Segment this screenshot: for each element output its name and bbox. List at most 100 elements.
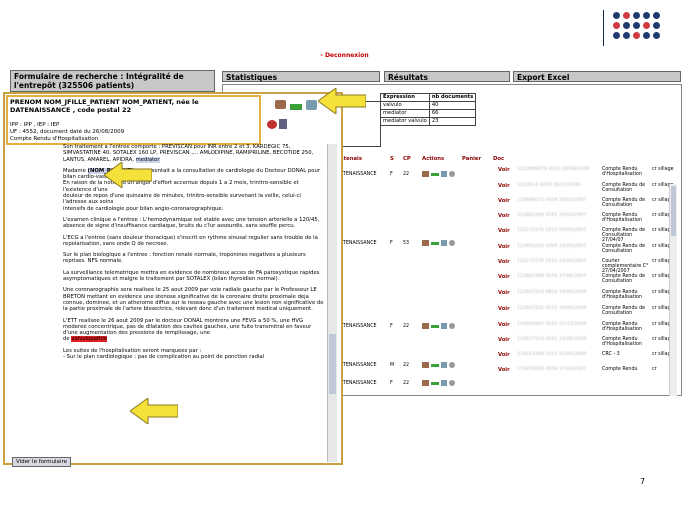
birthdate-cell: ATENAISSANCE bbox=[340, 381, 377, 386]
export-icon[interactable] bbox=[290, 104, 302, 110]
col-natenais: atenais bbox=[340, 156, 363, 162]
view-link[interactable]: Voir bbox=[498, 213, 510, 219]
col-s: S bbox=[390, 156, 394, 162]
table-row: Voir 122172170 1012 24/05/2007 Courier com… bbox=[340, 259, 689, 274]
view-link[interactable]: Voir bbox=[498, 306, 510, 312]
view-link[interactable]: Voir bbox=[498, 367, 510, 373]
edit-icon[interactable] bbox=[279, 119, 287, 129]
doc-type-line: Compte Rendu d'Hospitalisation bbox=[10, 136, 99, 142]
header-divider bbox=[603, 10, 604, 46]
basket-icon[interactable] bbox=[441, 362, 447, 368]
document-type: Compte Rendu de Consultation bbox=[602, 274, 646, 284]
basket-icon[interactable] bbox=[441, 240, 447, 246]
col-panier: Panier bbox=[462, 156, 482, 162]
count-cell: 23 bbox=[428, 117, 477, 126]
print-icon[interactable] bbox=[422, 240, 429, 246]
document-text: Son traitement a l'entree comporte : PRE… bbox=[63, 144, 325, 458]
table-row: Voir 172659858 4559 27/08/2007 Compte Rend… bbox=[340, 367, 689, 382]
doc-paragraph: L'ECG a l'entree (sans douleur thoraciqu… bbox=[63, 234, 318, 247]
birthdate-cell: ATENAISSANCE bbox=[340, 324, 377, 329]
col-actions: Actions bbox=[422, 156, 445, 162]
document-type: Compte Rendu bbox=[602, 367, 638, 372]
document-type: Compte Rendu d'Hospitalisation bbox=[602, 322, 642, 332]
print-icon[interactable] bbox=[422, 323, 429, 329]
view-link[interactable]: Voir bbox=[498, 274, 510, 280]
sex-cell: F bbox=[390, 381, 393, 386]
document-type: Compte Rendu d'Hospitalisation bbox=[602, 337, 642, 347]
print-icon[interactable] bbox=[275, 100, 286, 109]
view-link[interactable]: Voir bbox=[498, 352, 510, 358]
document-id: 1223998870 4553 26/08/2009 bbox=[517, 167, 590, 172]
view-link[interactable]: Voir bbox=[498, 198, 510, 204]
clear-form-button[interactable]: Vider le formulaire bbox=[12, 457, 71, 467]
expression-cell: mediator valvulo bbox=[380, 117, 430, 126]
info-icon[interactable] bbox=[449, 362, 455, 368]
sex-cell: F bbox=[390, 172, 393, 177]
basket-icon[interactable] bbox=[441, 323, 447, 329]
stats-header-row: Expression nb documents bbox=[380, 93, 477, 102]
doc-text: intensifs de cardiologie pour bilan angi… bbox=[63, 205, 224, 212]
view-link[interactable]: Voir bbox=[498, 259, 510, 265]
basket-icon[interactable] bbox=[441, 380, 447, 386]
view-link[interactable]: Voir bbox=[498, 167, 510, 173]
birthdate-cell: ATENAISSANCE bbox=[340, 363, 377, 368]
tab-statistics[interactable]: Statistiques bbox=[222, 71, 380, 82]
export-icon[interactable] bbox=[431, 382, 439, 385]
view-link[interactable]: Voir bbox=[498, 244, 510, 250]
popup-scroll-thumb[interactable] bbox=[329, 334, 336, 394]
basket-icon[interactable] bbox=[441, 171, 447, 177]
col-expression: Expression bbox=[380, 93, 430, 102]
document-type: Compte Rendu de Consultation bbox=[602, 306, 646, 316]
document-id: 122927933 4542 22/06/2009 bbox=[517, 337, 587, 342]
logo bbox=[613, 12, 673, 48]
export-icon[interactable] bbox=[431, 242, 439, 245]
arrow-icon bbox=[104, 162, 152, 188]
view-link[interactable]: Voir bbox=[498, 322, 510, 328]
document-id: 122696675 4559 26/03/2007 bbox=[517, 198, 587, 203]
table-row: Voir 122927933 4814 14/09/2009 Compte Rend… bbox=[340, 290, 689, 305]
print-icon[interactable] bbox=[422, 171, 429, 177]
document-type: Courier complementaire C° 27/04/2007 bbox=[602, 259, 649, 274]
patient-line: PRENOM NOM_JFILLE_PATIENT NOM_PATIENT, n… bbox=[10, 98, 199, 114]
arrow-icon bbox=[318, 88, 366, 114]
stats-row: mediator 66 bbox=[380, 109, 477, 118]
export-icon[interactable] bbox=[431, 325, 439, 328]
delete-icon[interactable] bbox=[267, 120, 277, 129]
table-row: Voir 122802288 4541 20/04/2007 Compte Rend… bbox=[340, 213, 689, 228]
view-link[interactable]: Voir bbox=[498, 228, 510, 234]
document-id: 134994943 4542 07/12/2009 bbox=[517, 322, 587, 327]
view-link[interactable]: Voir bbox=[498, 290, 510, 296]
info-icon[interactable] bbox=[449, 240, 455, 246]
basket-icon[interactable] bbox=[306, 100, 317, 110]
document-id: 122893220 4409 24/05/2007 bbox=[517, 244, 587, 249]
info-icon[interactable] bbox=[449, 380, 455, 386]
info-icon[interactable] bbox=[449, 171, 455, 177]
expression-cell: valvulo bbox=[380, 101, 430, 110]
tab-results[interactable]: Résultats bbox=[384, 71, 510, 82]
document-id: 122802288 4541 20/04/2007 bbox=[517, 213, 587, 218]
export-icon[interactable] bbox=[431, 364, 439, 367]
birthdate-cell: ATENAISSANCE bbox=[340, 241, 377, 246]
results-scroll-thumb[interactable] bbox=[671, 186, 676, 236]
popup-scrollbar[interactable] bbox=[327, 144, 337, 462]
document-id: 122172170 1012 09/05/2007 bbox=[517, 228, 587, 233]
postcode-cell: 22 bbox=[403, 381, 410, 386]
doc-paragraph: Les suites de l'hospitalisation seront m… bbox=[63, 348, 325, 361]
view-link[interactable]: Voir bbox=[498, 337, 510, 343]
info-icon[interactable] bbox=[449, 323, 455, 329]
logout-link[interactable]: - Deconnexion bbox=[0, 52, 689, 59]
view-link[interactable]: Voir bbox=[498, 183, 510, 189]
print-icon[interactable] bbox=[422, 380, 429, 386]
table-row: Voir 122696675 4559 26/03/2007 Compte Rend… bbox=[340, 198, 689, 213]
document-source: cr sillage bbox=[652, 167, 674, 172]
print-icon[interactable] bbox=[422, 362, 429, 368]
doc-paragraph: Sur le plan biologique a l'entree : fonc… bbox=[63, 252, 306, 265]
table-row: Voir 1210814 4409 20/11/2006 Compte Rendu … bbox=[340, 183, 689, 198]
results-scrollbar[interactable] bbox=[669, 184, 677, 396]
tab-export-excel[interactable]: Export Excel bbox=[513, 71, 681, 82]
document-type: Compte Rendu de Consultation bbox=[602, 183, 646, 193]
postcode-cell: 22 bbox=[403, 363, 410, 368]
export-icon[interactable] bbox=[431, 173, 439, 176]
document-id: 122881898 4559 27/06/2007 bbox=[517, 274, 587, 279]
doc-text: Son traitement a l'entree comporte : PRE… bbox=[63, 144, 314, 163]
